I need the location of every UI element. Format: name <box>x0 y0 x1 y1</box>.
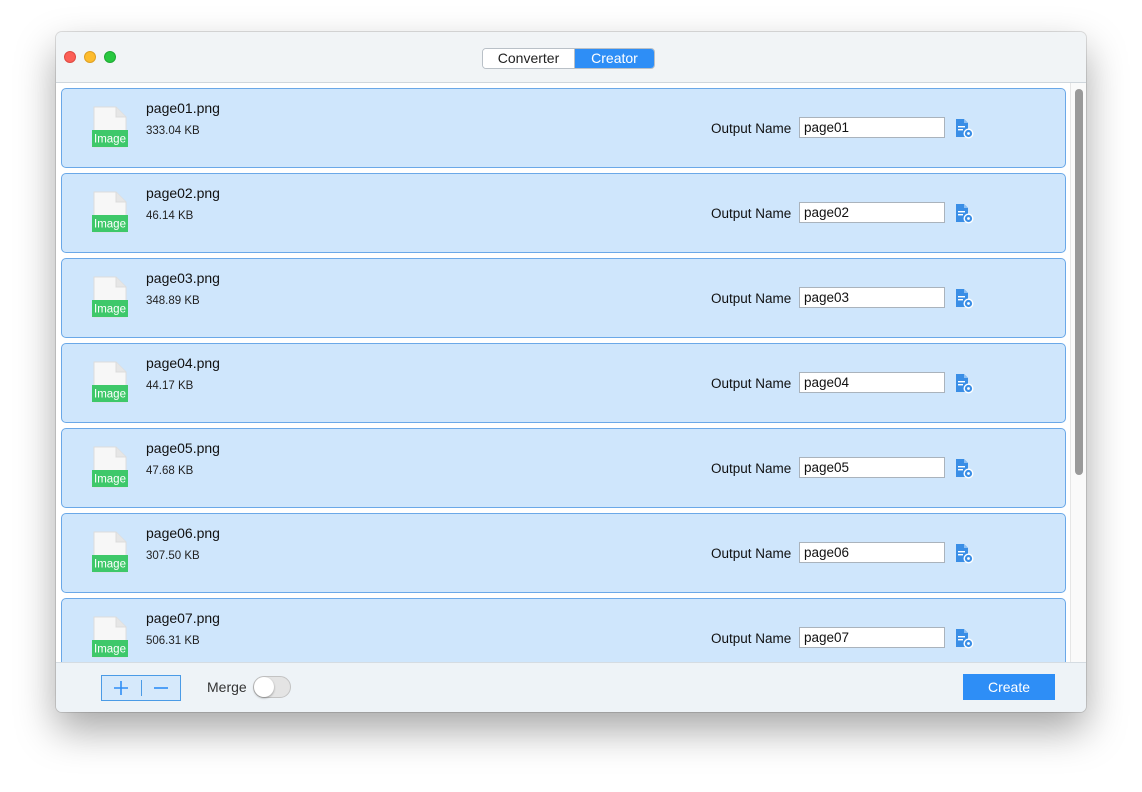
file-type-badge: Image <box>94 304 126 316</box>
plus-icon <box>114 681 129 695</box>
vertical-scrollbar[interactable] <box>1070 83 1086 662</box>
file-type-badge: Image <box>94 559 126 571</box>
mode-switch: Converter Creator <box>482 48 655 69</box>
output-name-field[interactable] <box>799 117 945 138</box>
output-name-field[interactable] <box>799 287 945 308</box>
file-row[interactable]: Image page02.png 46.14 KB Output Name <box>61 173 1066 253</box>
output-name-label: Output Name <box>711 121 792 136</box>
file-type-badge: Image <box>94 134 126 146</box>
file-row[interactable]: Image page03.png 348.89 KB Output Name <box>61 258 1066 338</box>
title-bar: Converter Creator <box>56 32 1086 83</box>
file-size: 47.68 KB <box>146 465 194 477</box>
output-name-field[interactable] <box>799 457 945 478</box>
file-size: 506.31 KB <box>146 635 200 647</box>
tab-creator[interactable]: Creator <box>575 49 654 68</box>
bottom-toolbar: Merge Create <box>56 662 1086 712</box>
document-settings-icon[interactable] <box>953 543 975 565</box>
image-file-icon: Image <box>92 191 128 233</box>
scrollbar-thumb[interactable] <box>1075 89 1083 475</box>
image-file-icon: Image <box>92 446 128 488</box>
merge-label: Merge <box>207 679 247 695</box>
remove-file-button[interactable] <box>141 676 180 700</box>
file-size: 307.50 KB <box>146 550 200 562</box>
file-name: page01.png <box>146 100 220 116</box>
image-file-icon: Image <box>92 531 128 573</box>
file-type-badge: Image <box>94 644 126 656</box>
add-remove-control <box>101 675 181 701</box>
output-name-label: Output Name <box>711 376 792 391</box>
output-name-label: Output Name <box>711 461 792 476</box>
file-name: page05.png <box>146 440 220 456</box>
file-row[interactable]: Image page04.png 44.17 KB Output Name <box>61 343 1066 423</box>
file-size: 46.14 KB <box>146 210 194 222</box>
minimize-window-button[interactable] <box>84 51 96 63</box>
document-settings-icon[interactable] <box>953 288 975 310</box>
image-file-icon: Image <box>92 616 128 658</box>
add-file-button[interactable] <box>102 676 141 700</box>
output-name-label: Output Name <box>711 631 792 646</box>
file-name: page03.png <box>146 270 220 286</box>
file-name: page02.png <box>146 185 220 201</box>
output-name-label: Output Name <box>711 206 792 221</box>
file-list: Image page01.png 333.04 KB Output Name I… <box>56 83 1086 662</box>
output-name-field[interactable] <box>799 542 945 563</box>
create-button[interactable]: Create <box>963 674 1055 700</box>
image-file-icon: Image <box>92 106 128 148</box>
file-type-badge: Image <box>94 389 126 401</box>
minus-icon <box>153 687 168 689</box>
file-row[interactable]: Image page06.png 307.50 KB Output Name <box>61 513 1066 593</box>
file-size: 348.89 KB <box>146 295 200 307</box>
file-type-badge: Image <box>94 474 126 486</box>
output-name-field[interactable] <box>799 202 945 223</box>
tab-converter[interactable]: Converter <box>483 49 575 68</box>
file-type-badge: Image <box>94 219 126 231</box>
merge-toggle[interactable] <box>253 676 291 698</box>
file-name: page04.png <box>146 355 220 371</box>
zoom-window-button[interactable] <box>104 51 116 63</box>
file-name: page07.png <box>146 610 220 626</box>
document-settings-icon[interactable] <box>953 203 975 225</box>
output-name-field[interactable] <box>799 627 945 648</box>
image-file-icon: Image <box>92 276 128 318</box>
output-name-label: Output Name <box>711 546 792 561</box>
document-settings-icon[interactable] <box>953 628 975 650</box>
document-settings-icon[interactable] <box>953 373 975 395</box>
close-window-button[interactable] <box>64 51 76 63</box>
document-settings-icon[interactable] <box>953 458 975 480</box>
image-file-icon: Image <box>92 361 128 403</box>
app-window: Converter Creator Image page01.png 333.0… <box>56 32 1086 712</box>
file-size: 333.04 KB <box>146 125 200 137</box>
file-row[interactable]: Image page05.png 47.68 KB Output Name <box>61 428 1066 508</box>
file-row[interactable]: Image page07.png 506.31 KB Output Name <box>61 598 1066 662</box>
file-name: page06.png <box>146 525 220 541</box>
document-settings-icon[interactable] <box>953 118 975 140</box>
output-name-label: Output Name <box>711 291 792 306</box>
file-size: 44.17 KB <box>146 380 194 392</box>
toggle-knob <box>254 677 274 697</box>
file-row[interactable]: Image page01.png 333.04 KB Output Name <box>61 88 1066 168</box>
output-name-field[interactable] <box>799 372 945 393</box>
